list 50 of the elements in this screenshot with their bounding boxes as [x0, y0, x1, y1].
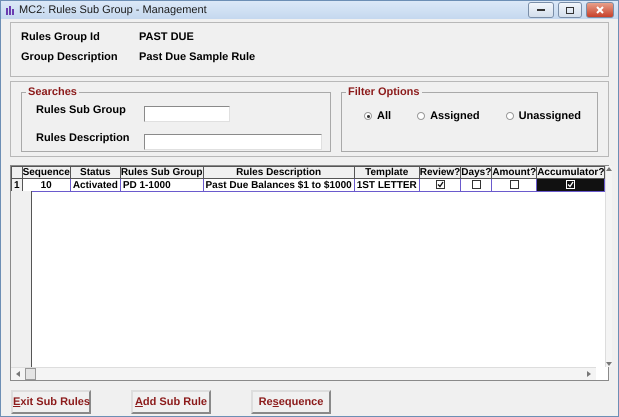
action-button[interactable]: Add Sub Rule: [131, 390, 211, 414]
scroll-right-icon[interactable]: [586, 371, 592, 377]
radio-option[interactable]: All: [364, 110, 392, 122]
column-header[interactable]: Rules Sub Group: [120, 166, 203, 178]
vertical-scrollbar[interactable]: [605, 166, 612, 367]
table-row[interactable]: 1 10 Activated PD 1-1000 Past Due Balances $1 to $1000 1ST LETTER: [12, 178, 605, 192]
horizontal-scrollbar[interactable]: [11, 367, 596, 380]
column-header[interactable]: Amount?: [492, 166, 537, 178]
column-header[interactable]: Days?: [460, 166, 492, 178]
column-header[interactable]: Review?: [419, 166, 461, 178]
checkbox[interactable]: [510, 180, 519, 190]
scrollbar-thumb[interactable]: [25, 368, 36, 380]
table-cell: Past Due Balances $1 to $1000: [203, 178, 354, 192]
radio-option[interactable]: Assigned: [417, 110, 480, 122]
field-value: PAST DUE: [139, 31, 194, 43]
field-label: Group Description: [21, 51, 119, 63]
table-cell: Activated: [70, 178, 120, 192]
column-header[interactable]: Template: [354, 166, 420, 178]
group-title: Searches: [27, 86, 78, 98]
radio-option[interactable]: Unassigned: [506, 110, 581, 122]
minimize-icon: [537, 8, 545, 12]
close-button[interactable]: [586, 2, 614, 18]
table-cell: 10: [22, 178, 70, 192]
column-header[interactable]: Accumulator?: [536, 166, 605, 178]
table-cell: PD 1-1000: [120, 178, 203, 192]
maximize-button[interactable]: [558, 2, 582, 18]
column-header[interactable]: Sequence: [22, 166, 70, 178]
scroll-up-icon[interactable]: [606, 166, 612, 172]
checkbox[interactable]: [436, 180, 444, 190]
minimize-button[interactable]: [528, 2, 554, 18]
table-cell: 1ST LETTER: [354, 178, 420, 192]
action-button[interactable]: Exit Sub Rules: [11, 390, 91, 414]
scroll-down-icon[interactable]: [606, 361, 612, 367]
field-value: Past Due Sample Rule: [139, 51, 256, 63]
input-field[interactable]: [144, 106, 230, 122]
action-button[interactable]: Resequence: [251, 390, 331, 414]
column-header[interactable]: Rules Description: [203, 166, 354, 178]
checkbox[interactable]: [472, 180, 481, 190]
input-field[interactable]: [144, 134, 322, 150]
group-title: Filter Options: [347, 86, 420, 98]
scroll-left-icon[interactable]: [15, 371, 21, 377]
bar-chart-icon: [5, 5, 15, 15]
field-label: Rules Group Id: [21, 31, 101, 43]
field-label: Rules Sub Group: [36, 104, 127, 116]
field-label: Rules Description: [36, 132, 131, 144]
window-title: MC2: Rules Sub Group - Management: [19, 4, 208, 16]
close-icon: [596, 6, 604, 14]
row-number: 1: [12, 178, 22, 192]
column-header[interactable]: Status: [70, 166, 120, 178]
maximize-icon: [566, 6, 574, 14]
